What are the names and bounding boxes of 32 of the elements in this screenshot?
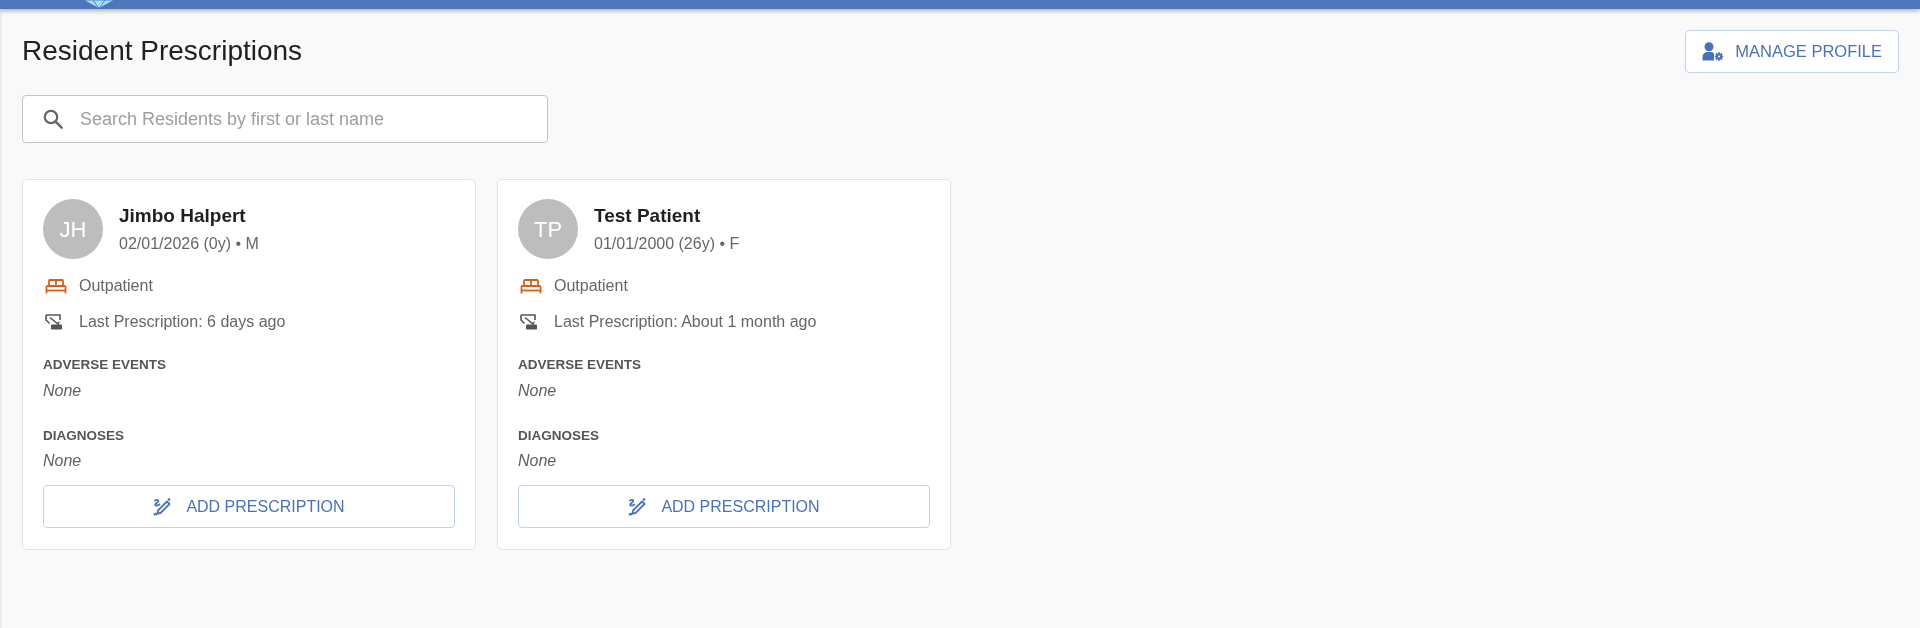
- document-pen-icon: [520, 314, 540, 330]
- care-setting-text: Outpatient: [79, 276, 153, 296]
- last-prescription-text: Last Prescription: 6 days ago: [79, 312, 286, 332]
- section-value: None: [518, 451, 557, 471]
- section-heading: ADVERSE EVENTS: [43, 356, 167, 374]
- resident-details: 02/01/2026 (0y) • M: [119, 234, 259, 254]
- pen-scribble-icon: [628, 497, 647, 516]
- page-title: Resident Prescriptions: [22, 34, 303, 68]
- add-prescription-button[interactable]: ADD PRESCRIPTION: [518, 485, 930, 528]
- resident-name: Test Patient: [594, 204, 701, 228]
- resident-details: 01/01/2000 (26y) • F: [594, 234, 740, 254]
- section-heading: ADVERSE EVENTS: [518, 356, 642, 374]
- avatar: TP: [518, 199, 578, 259]
- section-heading: DIAGNOSES: [43, 427, 124, 445]
- bed-icon: [45, 278, 67, 294]
- manage-profile-button[interactable]: MANAGE PROFILE: [1685, 30, 1899, 73]
- avatar: JH: [43, 199, 103, 259]
- section-value: None: [43, 381, 82, 401]
- diamond-icon: [83, 0, 115, 9]
- last-prescription-text: Last Prescription: About 1 month ago: [554, 312, 817, 332]
- bed-icon: [520, 278, 542, 294]
- section-heading: DIAGNOSES: [518, 427, 599, 445]
- pen-scribble-icon: [153, 497, 172, 516]
- care-setting-text: Outpatient: [554, 276, 628, 296]
- section-value: None: [518, 381, 557, 401]
- search-field[interactable]: Search Residents by first or last name: [22, 95, 548, 143]
- document-pen-icon: [45, 314, 65, 330]
- user-gear-icon: [1702, 42, 1725, 61]
- add-prescription-button[interactable]: ADD PRESCRIPTION: [43, 485, 455, 528]
- search-icon: [43, 109, 63, 129]
- resident-name: Jimbo Halpert: [119, 204, 246, 228]
- section-value: None: [43, 451, 82, 471]
